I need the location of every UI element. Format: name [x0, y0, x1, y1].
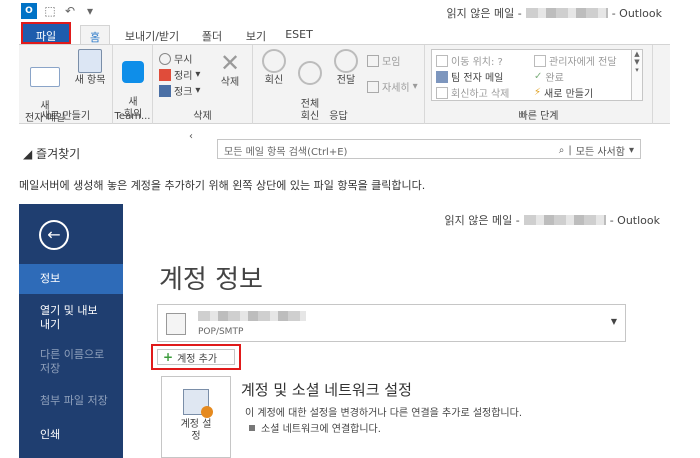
- back-arrow-icon[interactable]: ←: [39, 220, 69, 250]
- backstage-window-title: 읽지 않은 메일 - - Outlook: [444, 213, 660, 228]
- quickstep-to-manager[interactable]: 관리자에게 전달: [534, 53, 617, 68]
- quickstep-move-to[interactable]: 이동 위치: ?: [436, 53, 503, 68]
- new-mail-icon: [30, 67, 60, 87]
- tab-view[interactable]: 보기: [239, 25, 273, 44]
- team-mail-icon: [436, 70, 448, 83]
- bullet-icon: [249, 424, 255, 431]
- group-respond-label: 응답: [329, 111, 348, 122]
- title-bar: O ⬚ ↶ ▾ 읽지 않은 메일 - - Outlook: [19, 0, 670, 22]
- blurred-email: [525, 8, 608, 18]
- account-selector[interactable]: POP/SMTP ▼: [157, 304, 626, 342]
- cleanup-icon: [159, 68, 171, 81]
- chevron-down-icon: ▼: [610, 317, 617, 326]
- meeting-icon: [367, 54, 379, 67]
- settings-heading: 계정 및 소셜 네트워크 설정: [241, 381, 412, 399]
- group-quicksteps: 이동 위치: ? 팀 전자 메일 회신하고 삭제 관리자에게 전달 ✓ 완료 ⚡ 새…: [425, 45, 653, 124]
- more-respond-button[interactable]: 자세히 ▾: [367, 79, 418, 94]
- settings-description: 이 계정에 대한 설정을 변경하거나 다른 연결을 추가로 설정합니다.: [245, 408, 523, 419]
- ribbon-screenshot: O ⬚ ↶ ▾ 읽지 않은 메일 - - Outlook 파일 홈 보내기/받기…: [19, 0, 670, 163]
- tab-file[interactable]: 파일: [21, 22, 71, 44]
- new-items-button[interactable]: 새 항목: [69, 49, 111, 87]
- tab-home[interactable]: 홈: [80, 25, 110, 45]
- nav-save-attachments[interactable]: 첨부 파일 저장: [19, 394, 123, 408]
- quicksteps-gallery: 이동 위치: ? 팀 전자 메일 회신하고 삭제 관리자에게 전달 ✓ 완료 ⚡ 새…: [431, 49, 643, 101]
- forward-button[interactable]: 전달: [331, 49, 361, 87]
- customize-qat-icon[interactable]: ▾: [83, 4, 97, 18]
- reply-delete-icon: [436, 86, 448, 99]
- account-type: POP/SMTP: [198, 327, 244, 337]
- reply-button[interactable]: 회신: [259, 49, 289, 87]
- nav-open-export[interactable]: 열기 및 내보내기: [19, 304, 107, 332]
- to-manager-icon: [534, 54, 546, 67]
- group-new: 새 전자 메일 새 항목 새로 만들기: [19, 45, 113, 124]
- new-items-icon: [78, 49, 102, 73]
- junk-icon: [159, 84, 171, 97]
- junk-button[interactable]: 정크 ▾: [159, 83, 200, 98]
- tab-eset[interactable]: ESET: [281, 25, 317, 44]
- group-respond: 회신 전체 회신 전달 모임 자세히 ▾ 응답: [253, 45, 425, 124]
- blurred-account-name: [198, 311, 306, 321]
- ignore-button[interactable]: 무시: [159, 51, 192, 66]
- group-quicksteps-label: 빠른 단계: [518, 111, 559, 122]
- favorites-header[interactable]: ◢ 즐겨찾기: [23, 145, 80, 162]
- blurred-email: [523, 215, 606, 225]
- move-icon: [436, 54, 448, 67]
- window-title: 읽지 않은 메일 - - Outlook: [446, 6, 662, 21]
- delete-x-icon: ✕: [219, 49, 241, 77]
- account-icon: [166, 313, 186, 335]
- backstage-nav: ← 정보 열기 및 내보내기 다른 이름으로 저장 첨부 파일 저장 인쇄: [19, 204, 123, 458]
- quick-access-toolbar: O ⬚ ↶ ▾: [21, 3, 97, 19]
- delete-button[interactable]: ✕ 삭제: [215, 49, 245, 89]
- tab-send-receive[interactable]: 보내기/받기: [119, 25, 185, 44]
- ribbon-home: 새 전자 메일 새 항목 새로 만들기 새 회의 Team... 무시 정리 ▾…: [19, 44, 670, 124]
- quicksteps-scroll[interactable]: ▲ ▼ ▾: [631, 50, 642, 100]
- reply-all-icon: [298, 61, 322, 85]
- undo-icon[interactable]: ↶: [63, 4, 77, 18]
- checkmark-icon: ✓: [534, 71, 543, 82]
- group-delete: 무시 정리 ▾ 정크 ▾ ✕ 삭제 삭제: [153, 45, 253, 124]
- nav-save-as[interactable]: 다른 이름으로 저장: [19, 348, 111, 376]
- quickstep-create-new[interactable]: ⚡ 새로 만들기: [534, 85, 593, 100]
- collapse-folder-pane-icon[interactable]: ‹: [189, 131, 193, 142]
- account-settings-icon: [183, 389, 213, 418]
- plus-icon: +: [163, 350, 174, 364]
- backstage-screenshot: ← 정보 열기 및 내보내기 다른 이름으로 저장 첨부 파일 저장 인쇄 읽지…: [19, 204, 670, 458]
- chevron-down-icon: ▾: [628, 145, 634, 156]
- meeting-reply-button[interactable]: 모임: [367, 53, 400, 68]
- group-delete-label: 삭제: [193, 111, 212, 122]
- cleanup-button[interactable]: 정리 ▾: [159, 67, 200, 82]
- settings-bullet: 소셜 네트워크에 연결합니다.: [249, 420, 381, 435]
- quickstep-team-mail[interactable]: 팀 전자 메일: [436, 69, 503, 84]
- ignore-icon: [159, 52, 171, 65]
- outlook-logo-icon: O: [21, 3, 37, 19]
- add-account-button[interactable]: + 계정 추가: [157, 349, 235, 365]
- tab-folder[interactable]: 폴더: [195, 25, 229, 44]
- teamviewer-icon: [122, 61, 144, 83]
- favorites-bar: ‹ ◢ 즐겨찾기 모든 메일 항목 검색(Ctrl+E) ⌕ | 모든 사서함 …: [19, 125, 670, 163]
- forward-icon: [334, 49, 358, 73]
- search-input[interactable]: 모든 메일 항목 검색(Ctrl+E) ⌕ | 모든 사서함 ▾: [217, 139, 641, 159]
- quickstep-reply-delete[interactable]: 회신하고 삭제: [436, 85, 509, 100]
- account-settings-button[interactable]: 계정 설 정: [161, 376, 231, 458]
- search-scope[interactable]: ⌕ | 모든 사서함 ▾: [559, 143, 634, 158]
- search-icon: ⌕: [558, 145, 565, 156]
- more-icon: [367, 80, 379, 93]
- add-account-highlight: + 계정 추가: [151, 344, 241, 370]
- group-teamviewer: 새 회의 Team...: [113, 45, 153, 124]
- reply-icon: [262, 49, 286, 73]
- nav-info[interactable]: 정보: [19, 264, 123, 294]
- group-teamviewer-label: Team...: [114, 111, 151, 122]
- group-new-label: 새로 만들기: [40, 111, 91, 122]
- lightning-icon: ⚡: [534, 87, 542, 98]
- quickstep-done[interactable]: ✓ 완료: [534, 69, 564, 84]
- nav-print[interactable]: 인쇄: [19, 428, 123, 442]
- send-receive-icon[interactable]: ⬚: [43, 4, 57, 18]
- caption-text: 메일서버에 생성해 놓은 계정을 추가하기 위해 왼쪽 상단에 있는 파일 항목…: [19, 179, 426, 192]
- page-title: 계정 정보: [159, 265, 263, 295]
- ribbon-tabs: 파일 홈 보내기/받기 폴더 보기 ESET: [19, 22, 670, 45]
